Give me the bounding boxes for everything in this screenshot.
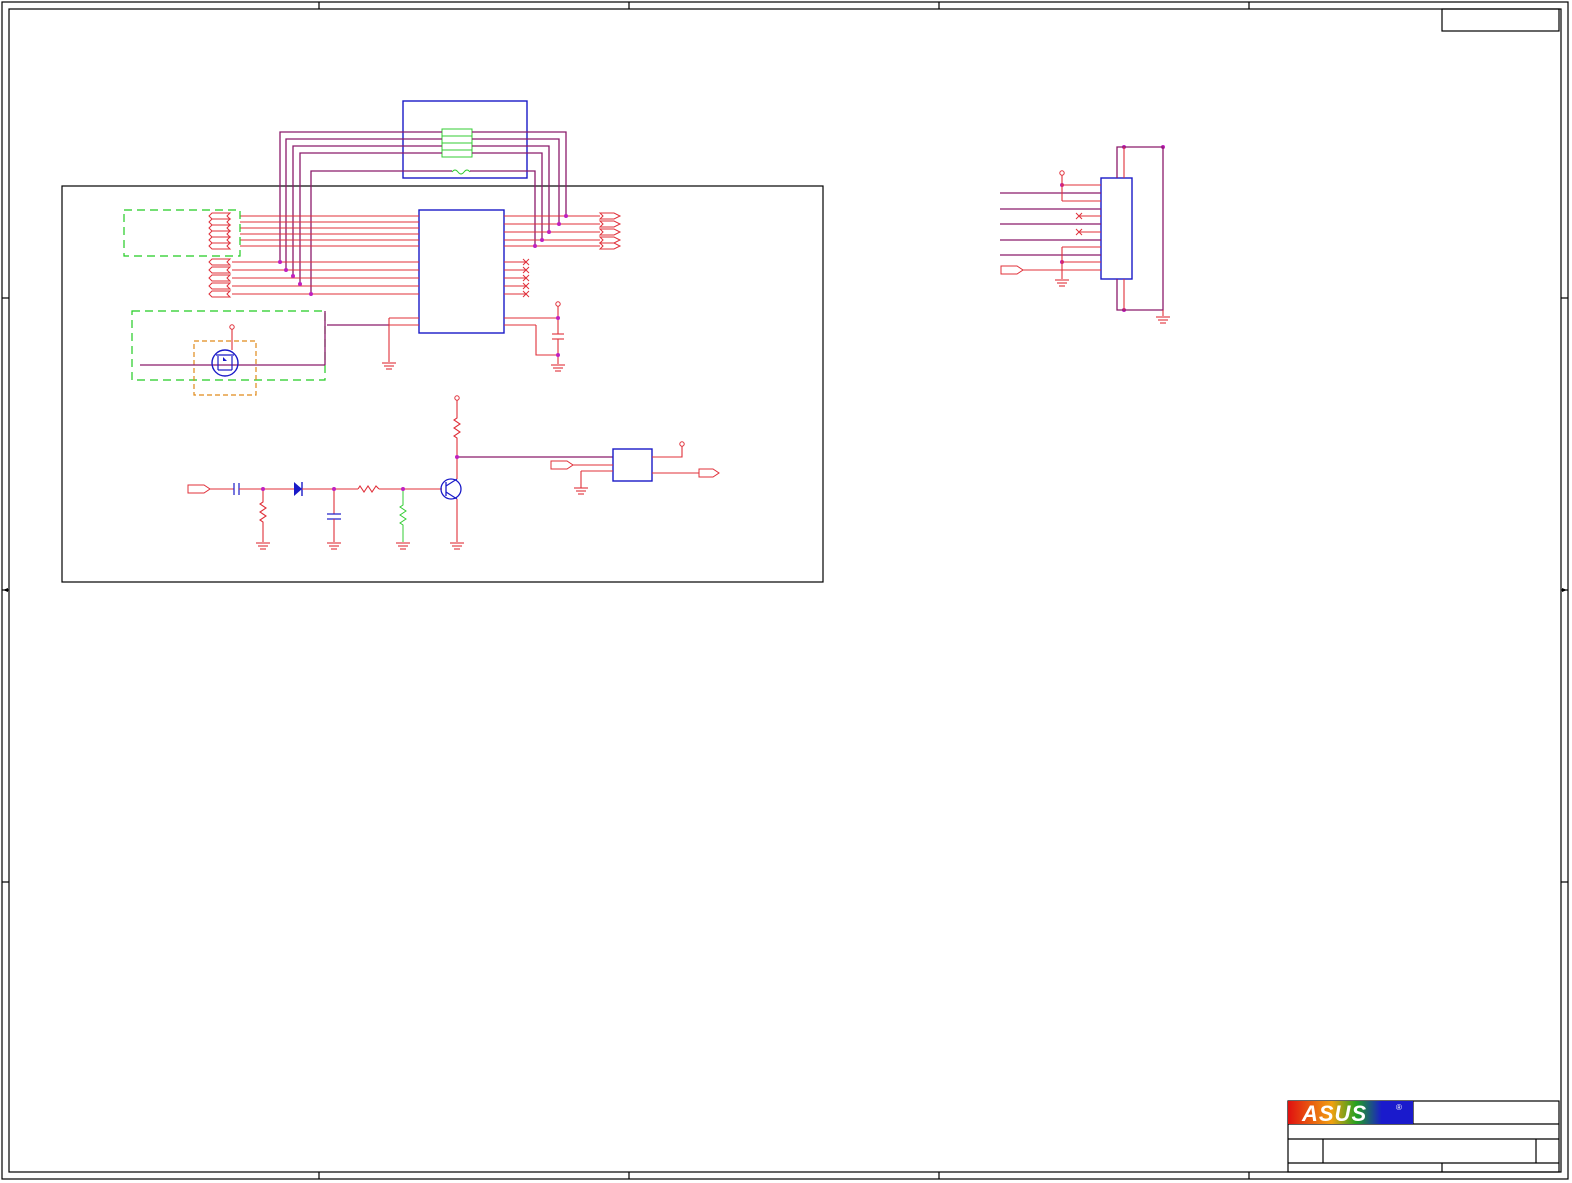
ic-right-pins xyxy=(504,215,600,364)
left-offpage-connectors xyxy=(208,212,232,298)
registered-mark: ® xyxy=(1396,1103,1402,1112)
right-frame-arrow xyxy=(1562,588,1567,592)
orange-subgroup-mosfet xyxy=(193,340,257,396)
ground-symbols xyxy=(256,279,1170,550)
right-offpage-connectors xyxy=(598,212,622,250)
asus-logo-text: ASUS xyxy=(1301,1101,1367,1126)
detector-circuit xyxy=(187,395,720,542)
main-group-box xyxy=(61,185,824,583)
drawing-frame xyxy=(1,1,1569,1180)
mosfet-symbol xyxy=(140,311,326,377)
schematic-canvas: ASUS ® xyxy=(1,1,1569,1180)
asus-logo: ASUS ® xyxy=(1288,1101,1413,1126)
right-connector xyxy=(1000,146,1164,316)
left-frame-arrow xyxy=(3,588,8,592)
central-ic xyxy=(418,209,505,334)
